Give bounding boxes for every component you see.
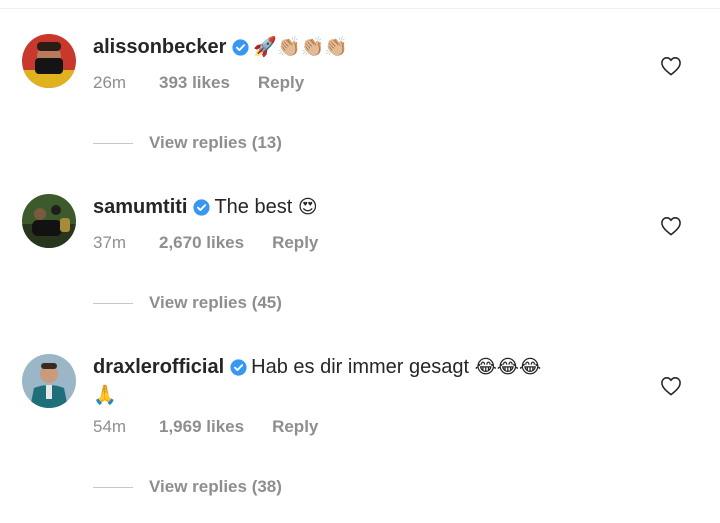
avatar[interactable] (22, 34, 76, 88)
comment-text: Hab es dir immer gesagt (251, 356, 470, 378)
reply-button[interactable]: Reply (258, 73, 304, 93)
likes-count[interactable]: 2,670 likes (159, 233, 244, 253)
verified-badge-icon (230, 357, 247, 383)
view-replies-label: View replies (45) (149, 293, 282, 312)
view-replies-link[interactable]: View replies (38) (93, 477, 282, 497)
comment-emoji: 🚀👏🏼👏🏼👏🏼 (253, 36, 349, 58)
likes-count[interactable]: 393 likes (159, 73, 230, 93)
timestamp[interactable]: 26m (93, 73, 159, 93)
replies-dash (93, 303, 133, 305)
comment-emoji: 😂😂😂 (474, 356, 542, 378)
heart-outline-icon[interactable] (660, 216, 682, 241)
comment-text: The best (214, 196, 293, 218)
comment-meta: 37m 2,670 likes Reply (93, 233, 318, 253)
reply-button[interactable]: Reply (272, 417, 318, 437)
heart-outline-icon[interactable] (660, 56, 682, 81)
username[interactable]: draxlerofficial (93, 356, 224, 378)
likes-count[interactable]: 1,969 likes (159, 417, 244, 437)
timestamp[interactable]: 54m (93, 417, 159, 437)
reply-button[interactable]: Reply (272, 233, 318, 253)
username[interactable]: samumtiti (93, 196, 187, 218)
verified-badge-icon (232, 37, 249, 63)
comment-emoji-2: 🙏 (93, 384, 117, 406)
comment-line: samumtiti The best 😍 (93, 194, 318, 223)
heart-outline-icon[interactable] (660, 376, 682, 401)
view-replies-link[interactable]: View replies (13) (93, 133, 282, 153)
replies-dash (93, 143, 133, 145)
replies-dash (93, 487, 133, 489)
verified-badge-icon (193, 197, 211, 223)
top-divider (0, 8, 720, 9)
comment-meta: 54m 1,969 likes Reply (93, 417, 318, 437)
comment-line: alissonbecker 🚀👏🏼👏🏼👏🏼 (93, 34, 348, 63)
view-replies-link[interactable]: View replies (45) (93, 293, 282, 313)
view-replies-label: View replies (38) (149, 477, 282, 496)
timestamp[interactable]: 37m (93, 233, 159, 253)
comment-line: draxlerofficial Hab es dir immer gesagt 😂… (93, 354, 541, 383)
username[interactable]: alissonbecker (93, 36, 226, 58)
avatar[interactable] (22, 194, 76, 248)
comment-meta: 26m 393 likes Reply (93, 73, 304, 93)
avatar[interactable] (22, 354, 76, 408)
comment-line-2: 🙏 (93, 382, 117, 408)
view-replies-label: View replies (13) (149, 133, 282, 152)
comment-emoji: 😍 (297, 196, 318, 218)
